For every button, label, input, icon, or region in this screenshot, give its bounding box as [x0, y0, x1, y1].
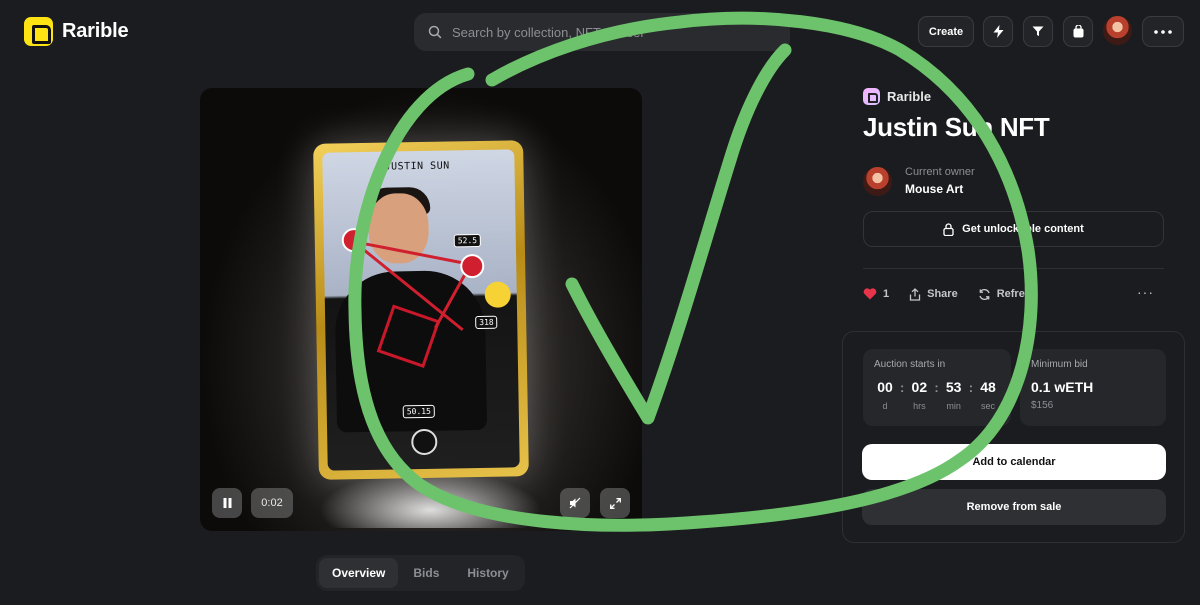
bag-icon: [1073, 25, 1083, 38]
owner-name[interactable]: Mouse Art: [905, 182, 975, 196]
pause-button[interactable]: [212, 488, 242, 518]
fullscreen-button[interactable]: [600, 488, 630, 518]
video-time: 0:02: [251, 488, 293, 518]
card-title-text: JUSTIN SUN: [384, 160, 450, 173]
share-button[interactable]: Share: [909, 287, 958, 301]
auction-countdown: Auction starts in 00 d : 02 hrs : 53 min : …: [863, 349, 1011, 426]
sunglasses-badge: [484, 281, 511, 308]
bolt-icon: [993, 25, 1003, 38]
heart-icon: [863, 288, 877, 300]
rarible-logo[interactable]: Rarible: [24, 17, 129, 46]
top-header: Rarible Create: [0, 0, 1200, 64]
separator: :: [934, 380, 939, 395]
countdown-timer: 00 d : 02 hrs : 53 min : 48 sec: [874, 379, 1000, 411]
more-actions-icon[interactable]: ···: [1137, 284, 1154, 300]
separator: :: [900, 380, 905, 395]
min-bid-value: 0.1 wETH: [1031, 379, 1094, 395]
share-icon: [909, 287, 921, 301]
owner-info[interactable]: Current owner Mouse Art: [863, 166, 975, 196]
more-menu-button[interactable]: [1142, 16, 1184, 47]
collection-icon: [863, 88, 880, 105]
more-icon: [1154, 29, 1172, 34]
owner-label: Current owner: [905, 166, 975, 178]
refresh-label: Refresh: [996, 288, 1038, 300]
content-tabs: Overview Bids History: [316, 555, 525, 591]
collection-name: Rarible: [887, 89, 932, 104]
like-button[interactable]: 1: [863, 288, 889, 300]
unlockable-label: Get unlockable content: [962, 223, 1084, 235]
remove-from-sale-button[interactable]: Remove from sale: [862, 489, 1166, 525]
days-value: 00: [877, 379, 893, 395]
refresh-button[interactable]: Refresh: [978, 288, 1038, 301]
red-token-badge: [460, 253, 485, 279]
days-unit: d: [882, 401, 888, 411]
card-image: JUSTIN SUN 52.5 318 50.15: [322, 149, 520, 471]
like-count: 1: [883, 288, 890, 300]
cart-button[interactable]: [1063, 16, 1093, 47]
minutes-value: 53: [945, 379, 962, 395]
refresh-icon: [979, 288, 990, 300]
coin-icon: [411, 428, 438, 456]
lock-icon: [943, 222, 954, 236]
rarible-logo-icon: [24, 17, 53, 46]
share-label: Share: [927, 288, 958, 300]
muted-speaker-icon: [569, 497, 581, 509]
divider: [863, 268, 1164, 269]
collection-link[interactable]: Rarible: [863, 88, 931, 105]
add-to-calendar-button[interactable]: Add to calendar: [862, 444, 1166, 480]
seconds-value: 48: [980, 379, 996, 395]
filter-button[interactable]: [1023, 16, 1053, 47]
hours-unit: hrs: [913, 401, 926, 411]
tab-history[interactable]: History: [454, 558, 521, 588]
pause-icon: [223, 498, 231, 508]
value-tag: 52.5: [453, 233, 482, 248]
tab-overview[interactable]: Overview: [319, 558, 399, 588]
search-icon: [428, 25, 442, 39]
user-avatar[interactable]: [1103, 16, 1132, 45]
auction-panel: Auction starts in 00 d : 02 hrs : 53 min : …: [842, 331, 1185, 543]
value-tag: 318: [475, 315, 498, 330]
minutes-unit: min: [946, 401, 961, 411]
search-bar[interactable]: [414, 13, 790, 51]
unlockable-content-button[interactable]: Get unlockable content: [863, 211, 1164, 247]
create-button[interactable]: Create: [918, 16, 974, 47]
min-bid-usd: $156: [1031, 400, 1054, 411]
value-tag: 50.15: [402, 404, 435, 419]
nft-media-player[interactable]: JUSTIN SUN 52.5 318 50.15 0:02: [200, 88, 642, 531]
nft-title: Justin Sun NFT: [863, 112, 1050, 142]
filter-icon: [1032, 26, 1044, 36]
tab-bids[interactable]: Bids: [400, 558, 452, 588]
min-bid-label: Minimum bid: [1031, 359, 1088, 370]
seconds-unit: sec: [981, 401, 996, 411]
mute-button[interactable]: [560, 488, 590, 518]
activity-button[interactable]: [983, 16, 1013, 47]
separator: :: [968, 380, 974, 395]
search-input[interactable]: [452, 24, 752, 40]
brand-name: Rarible: [62, 20, 129, 42]
hours-value: 02: [911, 379, 928, 395]
minimum-bid-box: Minimum bid 0.1 wETH $156: [1020, 349, 1166, 426]
auction-label: Auction starts in: [874, 359, 946, 370]
owner-avatar[interactable]: [863, 166, 892, 196]
action-bar: 1 Share Refresh ···: [863, 280, 1164, 308]
nft-card-artwork: JUSTIN SUN 52.5 318 50.15: [313, 140, 529, 480]
expand-icon: [609, 497, 621, 509]
